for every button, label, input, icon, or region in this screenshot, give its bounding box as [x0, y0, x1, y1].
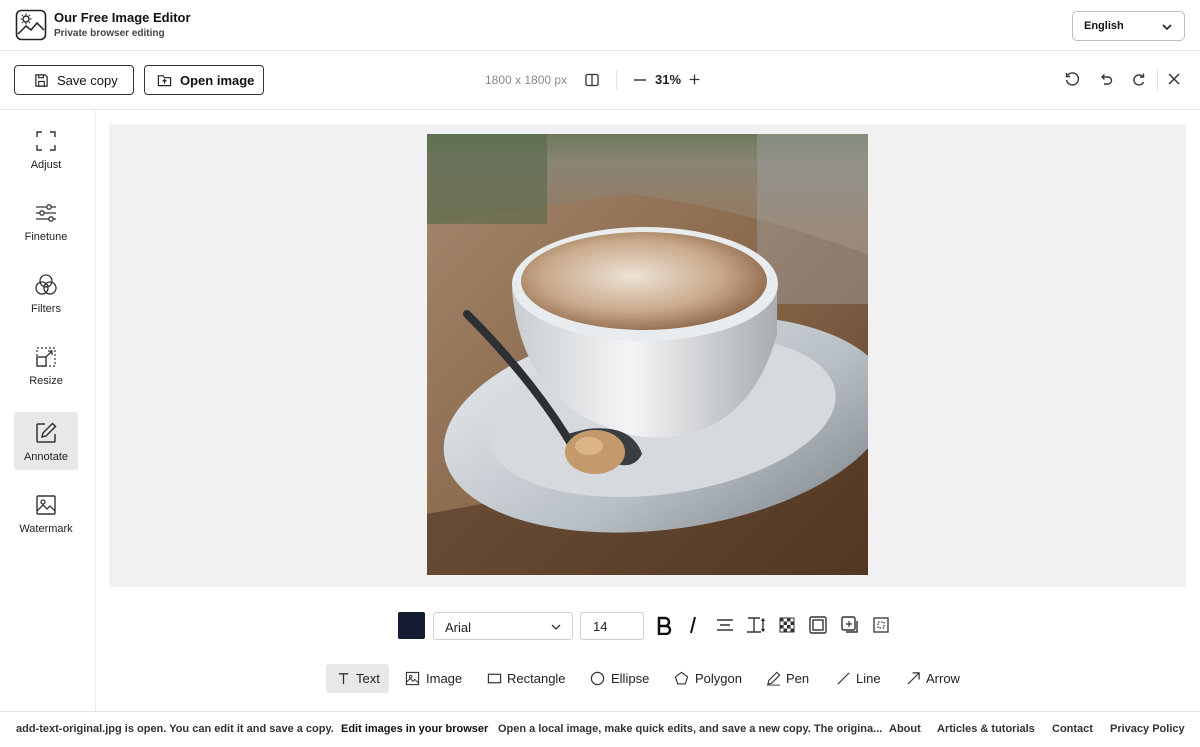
app-title: Our Free Image Editor	[54, 10, 191, 25]
tool-rectangle[interactable]: Rectangle	[480, 664, 576, 693]
reset-icon[interactable]	[1064, 71, 1080, 87]
sidebar-item-watermark[interactable]: Watermark	[14, 484, 78, 542]
toolbar-divider	[616, 70, 617, 90]
font-family-select[interactable]: Arial	[433, 612, 573, 640]
page-footer: add-text-original.jpg is open. You can e…	[0, 711, 1200, 747]
filters-circles-icon	[35, 274, 57, 295]
save-copy-label: Save copy	[57, 73, 118, 88]
pen-icon	[766, 671, 781, 686]
save-copy-button[interactable]: Save copy	[14, 65, 134, 95]
crop-frame-icon	[36, 131, 56, 151]
text-background-icon[interactable]	[871, 615, 891, 635]
line-icon	[837, 672, 850, 685]
sidebar-item-annotate[interactable]: Annotate	[14, 412, 78, 470]
tool-pen[interactable]: Pen	[759, 664, 819, 693]
language-label: English	[1084, 20, 1124, 32]
text-outline-icon[interactable]	[808, 615, 828, 635]
ellipse-icon	[590, 671, 605, 686]
sidebar-item-label: Watermark	[19, 523, 73, 535]
file-status: add-text-original.jpg is open. You can e…	[16, 723, 334, 735]
tool-label: Arrow	[926, 671, 960, 686]
image-dimensions: 1800 x 1800 px	[485, 73, 568, 87]
tool-image[interactable]: Image	[398, 664, 470, 693]
folder-upload-icon	[157, 75, 172, 87]
rectangle-icon	[487, 673, 502, 684]
transparency-checker-icon[interactable]	[777, 615, 797, 635]
redo-icon[interactable]	[1131, 71, 1147, 87]
save-icon	[35, 74, 48, 87]
footer-link-articles[interactable]: Articles & tutorials	[937, 723, 1035, 735]
tool-text[interactable]: Text	[326, 664, 389, 693]
sidebar-item-label: Finetune	[24, 231, 68, 243]
tool-label: Text	[356, 671, 380, 686]
sidebar-item-filters[interactable]: Filters	[14, 264, 78, 322]
footer-headline: Edit images in your browser	[341, 723, 489, 735]
app-header: Our Free Image Editor Private browser ed…	[0, 0, 1200, 51]
tool-label: Line	[856, 671, 881, 686]
text-spacing-icon[interactable]	[746, 615, 766, 635]
footer-description: Open a local image, make quick edits, an…	[498, 723, 883, 735]
font-family-value: Arial	[445, 620, 472, 635]
photo-preview	[427, 134, 868, 575]
bold-icon[interactable]	[654, 615, 674, 635]
text-shadow-icon[interactable]	[840, 615, 860, 635]
sidebar-item-adjust[interactable]: Adjust	[14, 120, 78, 178]
pencil-edit-icon	[36, 422, 57, 443]
chevron-down-icon	[1162, 24, 1172, 31]
image-icon	[36, 495, 56, 515]
tool-label: Ellipse	[611, 671, 650, 686]
tool-label: Rectangle	[507, 671, 566, 686]
text-t-icon	[338, 673, 349, 685]
footer-link-contact[interactable]: Contact	[1052, 723, 1093, 735]
editor-canvas[interactable]	[109, 124, 1186, 587]
font-size-input[interactable]	[580, 612, 644, 640]
close-icon[interactable]	[1166, 71, 1182, 87]
align-center-icon[interactable]	[715, 615, 735, 635]
tool-label: Image	[426, 671, 463, 686]
arrow-icon	[907, 672, 920, 685]
tool-arrow[interactable]: Arrow	[899, 664, 969, 693]
undo-icon[interactable]	[1098, 71, 1114, 87]
sidebar-item-label: Filters	[31, 303, 61, 315]
sidebar-item-label: Resize	[29, 375, 63, 387]
tool-label: Pen	[786, 671, 810, 686]
footer-link-privacy[interactable]: Privacy Policy	[1110, 723, 1185, 735]
color-swatch[interactable]	[398, 612, 425, 639]
tool-polygon[interactable]: Polygon	[667, 664, 752, 693]
tool-ellipse[interactable]: Ellipse	[583, 664, 657, 693]
footer-link-about[interactable]: About	[889, 723, 921, 735]
tool-label: Polygon	[695, 671, 742, 686]
top-toolbar: Save copy Open image 1800 x 1800 px 31%	[0, 51, 1200, 110]
language-select[interactable]: English	[1072, 11, 1185, 41]
chevron-down-icon	[551, 624, 561, 630]
toolbar-divider	[1157, 70, 1158, 90]
zoom-out-icon[interactable]	[632, 72, 648, 88]
sidebar-item-label: Adjust	[30, 159, 62, 171]
sidebar-item-finetune[interactable]: Finetune	[14, 192, 78, 250]
image-icon	[405, 671, 420, 686]
sidebar-item-label: Annotate	[23, 451, 69, 463]
logo-icon	[15, 9, 47, 41]
sliders-icon	[36, 204, 56, 222]
tools-sidebar: Adjust Finetune Filters Resize Annotate …	[0, 110, 96, 711]
italic-icon[interactable]	[683, 615, 703, 635]
open-image-label: Open image	[180, 73, 255, 88]
pentagon-icon	[674, 671, 689, 685]
resize-icon	[36, 347, 56, 367]
tool-line[interactable]: Line	[829, 664, 889, 693]
zoom-in-icon[interactable]	[688, 73, 701, 86]
open-image-button[interactable]: Open image	[144, 65, 264, 95]
compare-split-icon[interactable]	[584, 72, 600, 88]
zoom-level: 31%	[655, 72, 682, 87]
app-subtitle: Private browser editing	[54, 28, 165, 39]
sidebar-item-resize[interactable]: Resize	[14, 336, 78, 394]
